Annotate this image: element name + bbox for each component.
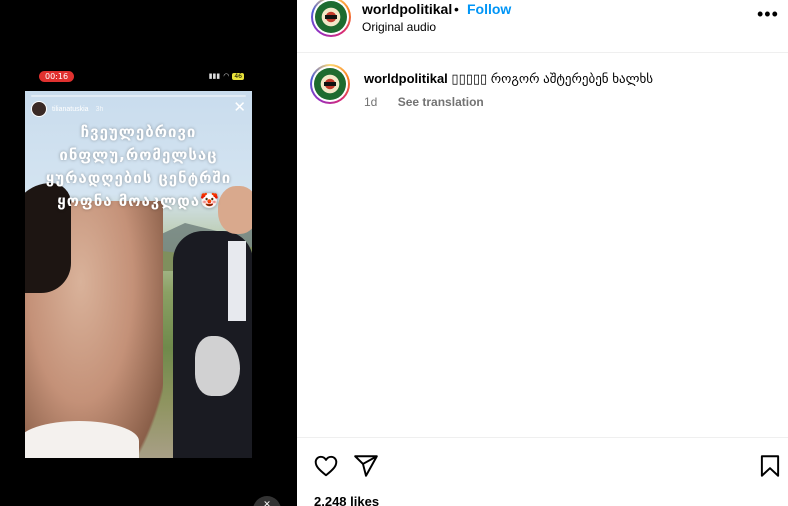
original-audio-link[interactable]: Original audio	[362, 20, 436, 34]
bookmark-icon[interactable]	[757, 453, 783, 479]
caption-line: ინფლუ,რომელსაც	[59, 146, 218, 164]
phone-status-bar: 00:16 ▮▮▮ ◠ 46	[25, 70, 252, 86]
caption-age[interactable]: 1d	[364, 95, 377, 109]
caption-line: ყოფნა მოაკლდა🤡	[57, 192, 220, 210]
status-icons: ▮▮▮ ◠ 46	[209, 72, 244, 80]
see-translation-button[interactable]: See translation	[398, 95, 484, 109]
caption-text: ▯▯▯▯▯ როგორ აშტერებენ ხალხს	[447, 71, 654, 86]
post-caption: worldpolitikal ▯▯▯▯▯ როგორ აშტერებენ ხალ…	[364, 71, 774, 87]
mute-button[interactable]: ✕	[253, 496, 281, 506]
battery-icon: 46	[232, 72, 244, 80]
worldpolitikal-logo	[314, 68, 346, 100]
worldpolitikal-logo	[315, 1, 347, 33]
post-actions: 2,248 likes	[297, 437, 788, 506]
follow-button[interactable]: Follow	[467, 1, 511, 17]
story-header: tilianatuskia 3h	[31, 101, 103, 117]
status-time: 00:16	[39, 71, 75, 82]
heart-icon[interactable]	[313, 453, 339, 479]
bride-dress	[25, 421, 139, 458]
story-progress-bar	[31, 95, 246, 97]
share-icon[interactable]	[353, 453, 379, 479]
author-username[interactable]: worldpolitikal	[362, 1, 452, 17]
comment-avatar[interactable]	[310, 64, 350, 104]
caption-line: ჩვეულებრივი	[80, 123, 197, 141]
story-age: 3h	[95, 105, 104, 113]
signal-icon: ▮▮▮	[208, 72, 221, 80]
post-details-panel: worldpolitikal • Follow Original audio •…	[297, 0, 788, 506]
post-header: worldpolitikal • Follow Original audio •…	[297, 0, 788, 53]
more-options-icon[interactable]: •••	[757, 5, 779, 23]
story-caption: ჩვეულებრივი ინფლუ,რომელსაც ყურადღების ცე…	[31, 121, 246, 213]
wifi-icon: ◠	[223, 72, 230, 80]
story-image: tilianatuskia 3h ✕ ჩვეულებრივი ინფლუ,რომ…	[25, 91, 252, 458]
separator-dot: •	[454, 1, 459, 17]
author-avatar[interactable]	[311, 0, 351, 37]
caption-line: ყურადღების ცენტრში	[45, 169, 232, 187]
close-icon: ✕	[233, 99, 246, 116]
caption-meta: 1d See translation	[364, 95, 501, 109]
story-author: tilianatuskia	[52, 105, 89, 113]
groom-figure	[173, 186, 252, 458]
caption-username[interactable]: worldpolitikal	[364, 71, 448, 86]
story-avatar	[31, 101, 47, 117]
post-media[interactable]: 00:16 ▮▮▮ ◠ 46 tilianatuskia 3h ✕ ჩვეულე…	[0, 0, 297, 506]
likes-count[interactable]: 2,248 likes	[314, 494, 379, 506]
